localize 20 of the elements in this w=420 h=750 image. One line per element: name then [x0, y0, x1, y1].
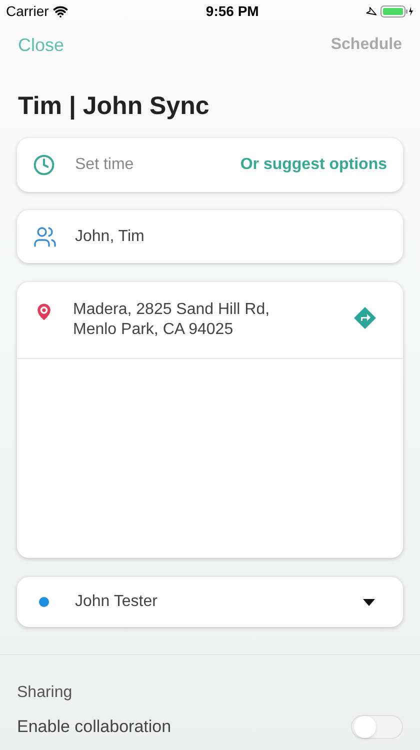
wifi-icon	[52, 4, 68, 18]
toggle-switch[interactable]	[351, 715, 403, 739]
set-time-field[interactable]: Set time	[75, 153, 240, 177]
clock-time: 9:56 PM	[206, 2, 259, 20]
attendees-field[interactable]: John, Tim	[17, 210, 403, 263]
clock-icon	[33, 154, 55, 176]
people-icon	[33, 224, 57, 248]
close-button[interactable]: Close	[18, 32, 64, 58]
address-text: Madera, 2825 Sand Hill Rd, Menlo Park, CA 94025	[73, 300, 271, 340]
attendees-value: John, Tim	[75, 226, 144, 246]
calendar-select[interactable]: John Tester	[17, 577, 403, 627]
suggest-options-link[interactable]: Or suggest options	[240, 153, 387, 177]
location-arrow-icon	[364, 4, 378, 18]
dropdown-caret-icon	[363, 598, 375, 606]
sharing-heading: Sharing	[17, 683, 74, 701]
directions-icon[interactable]	[353, 306, 377, 330]
carrier-label: Carrier	[6, 2, 49, 20]
page-title: Tim | John Sync	[17, 91, 210, 122]
battery-icon	[380, 4, 414, 18]
option-label: Enable collaboration	[17, 716, 172, 738]
